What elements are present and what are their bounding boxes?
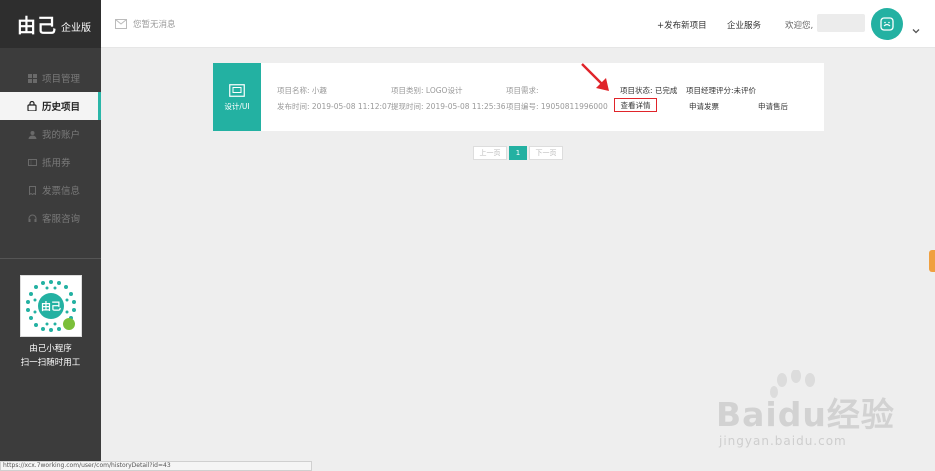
grid-icon bbox=[27, 73, 37, 83]
avatar-face-icon bbox=[880, 17, 894, 31]
logo-edition: 企业版 bbox=[61, 22, 92, 34]
publish-project-link[interactable]: +发布新项目 bbox=[657, 19, 707, 31]
sidebar-item-label: 发票信息 bbox=[42, 186, 81, 197]
sidebar-nav: 项目管理 历史项目 我的账户 抵用券 发票信息 客服咨询 bbox=[0, 64, 101, 232]
sidebar-item-my-account[interactable]: 我的账户 bbox=[0, 120, 101, 148]
username-redacted bbox=[817, 14, 865, 32]
sidebar-item-project-management[interactable]: 项目管理 bbox=[0, 64, 101, 92]
sidebar-item-label: 历史项目 bbox=[42, 102, 81, 113]
chevron-down-icon[interactable] bbox=[912, 20, 920, 34]
welcome-text: 欢迎您, bbox=[785, 21, 814, 31]
project-name: 项目名称: 小趣 bbox=[277, 86, 327, 95]
next-page-button[interactable]: 下一页 bbox=[529, 146, 563, 160]
sidebar-item-label: 客服咨询 bbox=[42, 214, 81, 225]
submit-time: 提现时间: 2019-05-08 11:25:36 bbox=[391, 102, 506, 111]
qr-caption-title: 由己小程序 bbox=[29, 344, 72, 354]
annotation-arrow bbox=[581, 63, 609, 91]
coupon-icon bbox=[27, 157, 37, 167]
sidebar-item-customer-service[interactable]: 客服咨询 bbox=[0, 204, 101, 232]
publish-time: 发布时间: 2019-05-08 11:12:07 bbox=[277, 102, 392, 111]
sidebar-item-label: 抵用券 bbox=[42, 158, 71, 169]
prev-page-button[interactable]: 上一页 bbox=[473, 146, 507, 160]
status-bar-url: https://xcx.7working.com/user/com/histor… bbox=[0, 461, 312, 471]
qr-code: 由己 bbox=[20, 275, 82, 337]
user-icon bbox=[27, 129, 37, 139]
project-number: 项目编号: 19050811996000 bbox=[506, 102, 608, 111]
pagination: 上一页 1 下一页 bbox=[473, 146, 563, 160]
watermark-text: Baidu经验 bbox=[716, 395, 895, 434]
brand-logo[interactable]: 由己 企业版 bbox=[0, 0, 101, 48]
floating-side-tab[interactable] bbox=[929, 250, 935, 272]
category-label: 设计/UI bbox=[224, 102, 250, 111]
watermark-url: jingyan.baidu.com bbox=[719, 434, 847, 448]
sidebar: 由己 企业版 项目管理 历史项目 我的账户 抵用券 发票信息 客服咨询 由己 由… bbox=[0, 0, 101, 471]
project-card: 设计/UI 项目名称: 小趣 项目类别: LOGO设计 项目需求: 项目状态: … bbox=[213, 63, 824, 131]
mini-program-promo: 由己 由己小程序 扫一扫随时用工 bbox=[0, 258, 101, 471]
project-status: 项目状态: 已完成 bbox=[620, 86, 678, 95]
logo-mark: 由己 bbox=[17, 14, 58, 37]
project-type: 项目类别: LOGO设计 bbox=[391, 86, 463, 95]
message-text: 您暂无消息 bbox=[133, 20, 176, 30]
headset-icon bbox=[27, 213, 37, 223]
top-header: 您暂无消息 +发布新项目 企业服务 欢迎您, bbox=[101, 0, 935, 48]
category-tag: 设计/UI bbox=[213, 63, 261, 131]
sidebar-item-label: 项目管理 bbox=[42, 74, 81, 85]
page-1-button[interactable]: 1 bbox=[509, 146, 527, 160]
message-notice[interactable]: 您暂无消息 bbox=[115, 18, 176, 30]
design-icon bbox=[229, 82, 245, 97]
request-invoice-link[interactable]: 申请发票 bbox=[689, 101, 719, 112]
mail-icon bbox=[115, 19, 127, 29]
view-details-button[interactable]: 查看详情 bbox=[614, 98, 657, 112]
svg-text:由己: 由己 bbox=[41, 300, 61, 313]
sidebar-item-invoice-info[interactable]: 发票信息 bbox=[0, 176, 101, 204]
sidebar-item-history-projects[interactable]: 历史项目 bbox=[0, 92, 101, 120]
manager-rating: 项目经理评分:未评价 bbox=[686, 86, 757, 95]
request-aftersale-link[interactable]: 申请售后 bbox=[758, 101, 788, 112]
lock-icon bbox=[27, 101, 37, 111]
sidebar-item-coupons[interactable]: 抵用券 bbox=[0, 148, 101, 176]
avatar[interactable] bbox=[871, 8, 903, 40]
invoice-icon bbox=[27, 185, 37, 195]
project-requirement: 项目需求: bbox=[506, 86, 539, 95]
sidebar-item-label: 我的账户 bbox=[42, 130, 81, 141]
qr-caption-subtitle: 扫一扫随时用工 bbox=[20, 358, 81, 368]
enterprise-service-link[interactable]: 企业服务 bbox=[727, 19, 761, 31]
